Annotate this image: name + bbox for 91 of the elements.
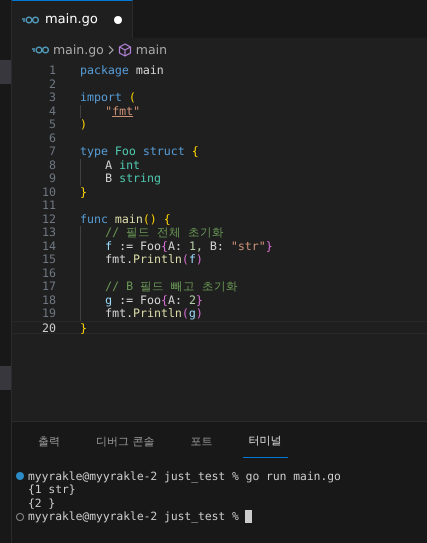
code-token: A: <box>168 292 182 306</box>
line-number: 19 <box>41 307 56 320</box>
cube-icon <box>118 43 132 57</box>
line-number: 20 <box>41 322 56 333</box>
code-token: ) <box>196 306 203 320</box>
code-token: A <box>105 158 112 172</box>
code-token: := <box>119 292 134 306</box>
code-token: { <box>161 238 168 252</box>
code-token: " <box>133 104 140 118</box>
code-token: main <box>136 63 164 77</box>
code-token: } <box>80 320 87 334</box>
line-number: 18 <box>41 294 56 307</box>
code-token: } <box>196 292 203 306</box>
terminal-line: {1 str} <box>28 483 76 496</box>
code-token: A: <box>168 238 182 252</box>
code-token: Println <box>133 306 182 320</box>
code-token: f <box>105 238 112 252</box>
panel-tab[interactable]: 디버그 콘솔 <box>90 432 160 458</box>
terminal-cursor <box>244 510 252 524</box>
go-file-icon <box>22 16 39 24</box>
command-status-icon <box>16 512 24 521</box>
code-token: ( <box>182 252 189 266</box>
breadcrumb-item[interactable]: main <box>136 40 168 60</box>
code-token: main <box>114 212 143 226</box>
line-number: 3 <box>48 91 56 104</box>
code-token: { <box>164 212 171 226</box>
code-token: g <box>105 292 112 306</box>
line-number: 13 <box>41 226 56 240</box>
code-token: fmt. <box>105 306 134 320</box>
sidebar-highlight <box>0 366 11 390</box>
line-number: 1 <box>48 64 56 78</box>
code-token: ( <box>182 306 189 320</box>
line-number: 4 <box>48 104 56 118</box>
line-number: 10 <box>41 186 56 199</box>
command-status-icon <box>16 472 24 480</box>
terminal-line: myyrakle@myyrakle-2 just_test % go run main.go <box>28 470 341 483</box>
code-token: () <box>142 212 157 226</box>
editor-tab[interactable]: main.go <box>12 0 133 38</box>
code-token: } <box>266 238 273 252</box>
code-token: " <box>105 104 112 118</box>
panel-tab[interactable]: 터미널 <box>242 432 288 458</box>
code-token: ) <box>80 117 87 131</box>
sidebar-highlight <box>0 60 11 84</box>
chevron-right-icon <box>108 45 114 55</box>
code-token: string <box>119 171 161 185</box>
line-number: 12 <box>41 212 56 226</box>
code-token: } <box>80 184 87 198</box>
code-token: import <box>80 90 122 104</box>
go-file-icon <box>32 46 49 54</box>
line-number: 14 <box>41 240 56 253</box>
terminal-line: {2 } <box>28 496 56 510</box>
tab-label: main.go <box>45 10 98 29</box>
code-token: // 필드 전체 초기화 <box>105 225 224 239</box>
line-number: 16 <box>41 266 56 280</box>
code-token: Foo <box>140 238 161 252</box>
panel-tab[interactable]: 출력 <box>32 432 66 458</box>
code-token: fmt <box>112 104 134 118</box>
code-token: package <box>80 63 129 77</box>
line-number: 11 <box>41 199 56 212</box>
code-token: Foo <box>114 144 136 158</box>
line-number: 6 <box>48 132 56 145</box>
code-token: fmt. <box>105 252 134 266</box>
line-number: 17 <box>41 280 56 294</box>
code-token: ) <box>196 252 203 266</box>
code-token: int <box>119 158 140 172</box>
code-token: // B 필드 빼고 초기화 <box>105 279 238 293</box>
code-token: ( <box>128 90 136 104</box>
code-token: 2 <box>188 292 196 306</box>
code-token: := <box>119 238 134 252</box>
code-token: func <box>80 212 108 226</box>
code-token: Println <box>133 252 182 266</box>
code-token: g <box>188 306 196 320</box>
code-token: struct <box>142 144 185 158</box>
terminal-line: myyrakle@myyrakle-2 just_test % <box>28 510 239 524</box>
code-token: B <box>105 171 112 185</box>
line-number: 8 <box>48 158 56 172</box>
code-token: B: <box>210 238 224 252</box>
panel-tab[interactable]: 포트 <box>184 432 218 458</box>
line-number: 9 <box>48 172 56 186</box>
line-number: 2 <box>48 78 56 91</box>
code-token: Foo <box>140 292 161 306</box>
line-number: 5 <box>48 118 56 132</box>
code-token: { <box>161 292 168 306</box>
code-token: "str" <box>230 238 266 252</box>
code-token: type <box>80 144 108 158</box>
code-token: 1, <box>188 238 203 252</box>
breadcrumb-item[interactable]: main.go <box>53 40 104 60</box>
line-number: 15 <box>41 253 56 266</box>
line-number: 7 <box>48 145 56 158</box>
code-token: { <box>192 144 199 158</box>
code-token: f <box>188 252 196 266</box>
